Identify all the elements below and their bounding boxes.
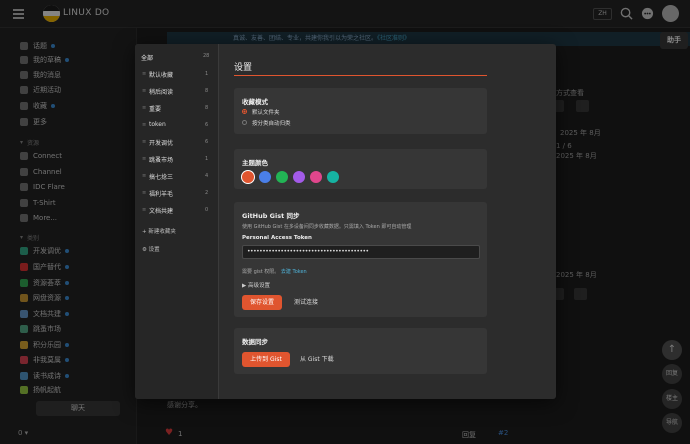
folder-name: 重要 — [149, 106, 162, 113]
folder-item[interactable]: ≡ 福利羊毛 2 — [135, 186, 219, 200]
folder-count: 1 — [205, 71, 209, 77]
upload-gist-button[interactable]: 上传到 Gist — [242, 352, 290, 367]
folder-count: 6 — [205, 139, 209, 145]
folder-icon: ≡ — [142, 105, 147, 111]
swatch-green[interactable] — [276, 171, 288, 183]
data-sync-title: 数据同步 — [242, 338, 268, 346]
folder-count: 1 — [205, 156, 209, 162]
folder-count: 8 — [205, 105, 209, 111]
folder-icon: ≡ — [142, 190, 147, 196]
folder-name: 跳蚤市场 — [149, 157, 174, 164]
folder-item[interactable]: ≡ 稍后阅读 8 — [135, 84, 219, 98]
gist-title: GitHub Gist 同步 — [242, 212, 300, 220]
gist-description: 使用 GitHub Gist 在多设备间同步收藏数据。只需填入 Token 即可… — [242, 224, 412, 230]
folder-sidebar: 全部 28 ≡ 默认收藏 1 ≡ 稍后阅读 8 ≡ 重要 8 ≡ token 6 ≡ 开发调优 6 … — [135, 44, 219, 399]
folder-icon: ≡ — [142, 156, 147, 162]
swatch-orange[interactable] — [242, 171, 254, 183]
folder-name: 文档共建 — [149, 208, 174, 215]
folder-count: 28 — [203, 53, 210, 59]
folder-count: 2 — [205, 190, 209, 196]
radio-label[interactable]: 默认文件夹 — [252, 108, 280, 116]
token-input[interactable]: •••••••••••••••••••••••••••••••••••••••• — [242, 245, 480, 259]
folder-name: 搞七捻三 — [149, 174, 174, 181]
advanced-settings-toggle[interactable]: ▶ 高级设置 — [242, 281, 270, 289]
folder-item[interactable]: ≡ token 6 — [135, 118, 219, 132]
folder-name: 开发调优 — [149, 140, 174, 147]
collect-mode-card: 收藏模式 默认文件夹 按分类自动归类 — [234, 88, 487, 134]
folder-name: 稍后阅读 — [149, 89, 174, 96]
radio-label[interactable]: 按分类自动归类 — [252, 119, 291, 127]
save-settings-button[interactable]: 保存设置 — [242, 295, 282, 310]
download-gist-button[interactable]: 从 Gist 下载 — [300, 352, 334, 367]
settings-modal: 全部 28 ≡ 默认收藏 1 ≡ 稍后阅读 8 ≡ 重要 8 ≡ token 6 ≡ 开发调优 6 … — [135, 44, 556, 399]
swatch-teal[interactable] — [327, 171, 339, 183]
folder-item[interactable]: ≡ 默认收藏 1 — [135, 67, 219, 81]
swatch-purple[interactable] — [293, 171, 305, 183]
folder-item[interactable]: ≡ 搞七捻三 4 — [135, 169, 219, 183]
folder-name: 默认收藏 — [149, 72, 174, 79]
collect-mode-title: 收藏模式 — [242, 98, 268, 106]
folder-item[interactable]: ≡ 开发调优 6 — [135, 135, 219, 149]
swatch-pink[interactable] — [310, 171, 322, 183]
swatch-blue[interactable] — [259, 171, 271, 183]
title-divider — [234, 75, 487, 76]
folder-icon: ≡ — [142, 122, 147, 128]
folder-count: 0 — [205, 207, 209, 213]
hint-text: 需要 gist 权限。 — [242, 269, 280, 275]
folder-item[interactable]: ≡ 跳蚤市场 1 — [135, 152, 219, 166]
token-label: Personal Access Token — [242, 235, 312, 241]
folder-icon: ≡ — [142, 207, 147, 213]
radio-auto-category[interactable] — [242, 120, 247, 125]
theme-color-card: 主题颜色 — [234, 149, 487, 189]
folder-count: 6 — [205, 122, 209, 128]
folder-item[interactable]: ≡ 重要 8 — [135, 101, 219, 115]
create-token-link[interactable]: 去建 Token — [281, 269, 307, 275]
folder-icon: ≡ — [142, 173, 147, 179]
folder-icon: ≡ — [142, 71, 147, 77]
folder-count: 4 — [205, 173, 209, 179]
folder-name: 福利羊毛 — [149, 191, 174, 198]
radio-default-folder[interactable] — [242, 109, 247, 114]
settings-title: 设置 — [234, 63, 253, 73]
test-connection-button[interactable]: 测试连接 — [294, 295, 318, 310]
folder-icon: ≡ — [142, 139, 147, 145]
new-folder-button[interactable]: + 新建收藏夹 — [142, 227, 176, 235]
settings-panel: 设置 收藏模式 默认文件夹 按分类自动归类 主题颜色 GitHub Gist 同… — [220, 44, 556, 399]
folder-icon: ≡ — [142, 88, 147, 94]
folder-count: 8 — [205, 88, 209, 94]
folder-item[interactable]: ≡ 文档共建 0 — [135, 203, 219, 217]
token-hint: 需要 gist 权限。 去建 Token — [242, 268, 307, 275]
folder-name: token — [149, 121, 166, 128]
settings-link[interactable]: ⚙ 设置 — [142, 245, 160, 253]
folder-all[interactable]: 全部 — [141, 53, 153, 62]
theme-color-title: 主题颜色 — [242, 159, 268, 167]
gist-card: GitHub Gist 同步 使用 GitHub Gist 在多设备间同步收藏数… — [234, 202, 487, 317]
data-sync-card: 数据同步 上传到 Gist 从 Gist 下载 — [234, 328, 487, 374]
